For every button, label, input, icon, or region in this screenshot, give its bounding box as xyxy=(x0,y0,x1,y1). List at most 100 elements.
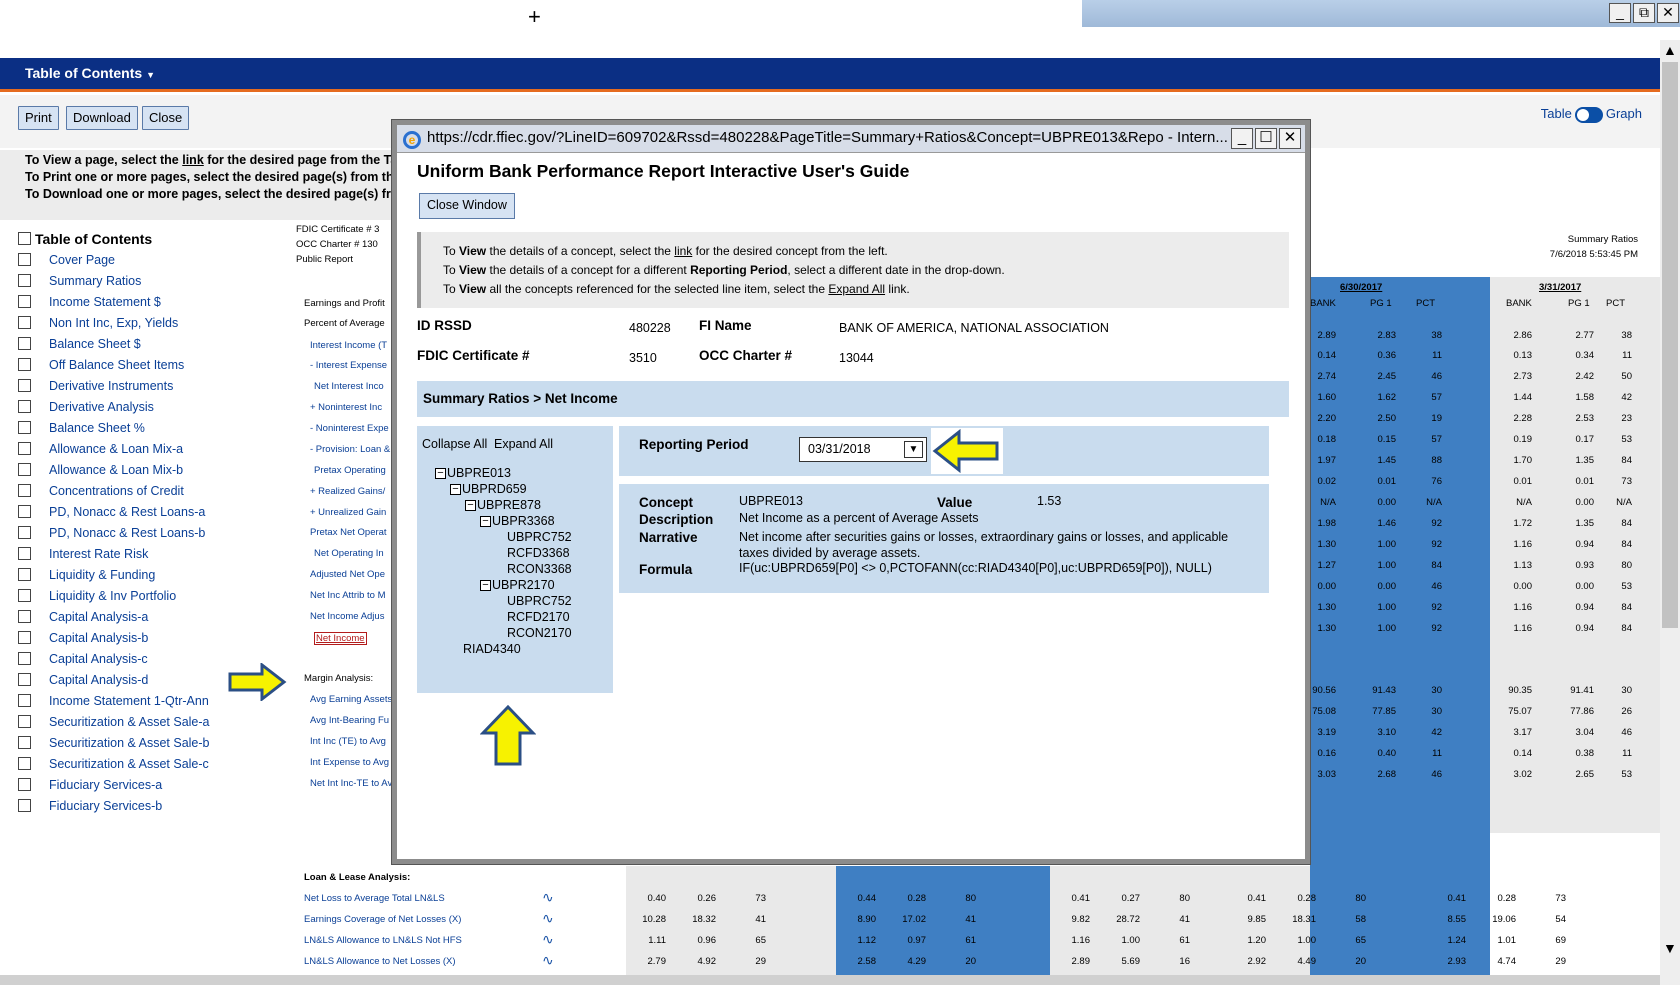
tree-node-label[interactable]: RCON3368 xyxy=(507,562,572,576)
toc-item[interactable]: Summary Ratios xyxy=(18,270,288,291)
table-label[interactable]: Table xyxy=(1541,106,1572,121)
toc-item-link[interactable]: PD, Nonacc & Rest Loans-b xyxy=(49,526,205,540)
toc-item[interactable]: Cover Page xyxy=(18,249,288,270)
tree-node-label[interactable]: UBPR3368 xyxy=(492,514,555,528)
toc-item-link[interactable]: Capital Analysis-c xyxy=(49,652,148,666)
toc-item[interactable]: Allowance & Loan Mix-b xyxy=(18,459,288,480)
toc-checkbox[interactable] xyxy=(18,442,31,455)
collapse-node-icon[interactable]: − xyxy=(450,484,461,496)
tree-node-label[interactable]: RCON2170 xyxy=(507,626,572,640)
toc-item[interactable]: Concentrations of Credit xyxy=(18,480,288,501)
toc-item-link[interactable]: Liquidity & Funding xyxy=(49,568,155,582)
toc-checkbox[interactable] xyxy=(18,589,31,602)
toc-item[interactable]: PD, Nonacc & Rest Loans-b xyxy=(18,522,288,543)
reporting-period-select[interactable]: 03/31/2018 ▼ xyxy=(799,437,927,462)
view-toggle[interactable]: Table Graph xyxy=(1541,106,1642,123)
toc-item-link[interactable]: PD, Nonacc & Rest Loans-a xyxy=(49,505,205,519)
graph-label[interactable]: Graph xyxy=(1606,106,1642,121)
report-row-label[interactable]: + Noninterest Inc xyxy=(310,402,382,413)
instr-link[interactable]: link xyxy=(182,153,204,167)
toc-item[interactable]: Securitization & Asset Sale-a xyxy=(18,711,288,732)
toc-item-link[interactable]: Off Balance Sheet Items xyxy=(49,358,184,372)
toc-item-link[interactable]: Balance Sheet % xyxy=(49,421,145,435)
tree-node[interactable]: RIAD4340 xyxy=(463,642,521,656)
toc-item[interactable]: Income Statement $ xyxy=(18,291,288,312)
tree-node-label[interactable]: RCFD2170 xyxy=(507,610,570,624)
report-row-label[interactable]: Pretax Net Operat xyxy=(310,527,387,538)
toc-checkbox[interactable] xyxy=(18,799,31,812)
toc-item[interactable]: Derivative Analysis xyxy=(18,396,288,417)
toc-checkbox[interactable] xyxy=(18,358,31,371)
toc-item-link[interactable]: Interest Rate Risk xyxy=(49,547,148,561)
tree-node-label[interactable]: UBPRC752 xyxy=(507,594,572,608)
toc-item[interactable]: PD, Nonacc & Rest Loans-a xyxy=(18,501,288,522)
toc-item-link[interactable]: Capital Analysis-d xyxy=(49,673,148,687)
trend-graph-icon[interactable]: ∿ xyxy=(542,952,554,969)
date-header-2[interactable]: 3/31/2017 xyxy=(1539,282,1581,293)
toc-checkbox[interactable] xyxy=(18,484,31,497)
toc-item-link[interactable]: Derivative Instruments xyxy=(49,379,173,393)
close-button[interactable]: Close xyxy=(142,106,190,130)
toc-item[interactable]: Fiduciary Services-a xyxy=(18,774,288,795)
toc-checkbox[interactable] xyxy=(18,547,31,560)
toc-item[interactable]: Allowance & Loan Mix-a xyxy=(18,438,288,459)
toc-item-link[interactable]: Derivative Analysis xyxy=(49,400,154,414)
tree-node[interactable]: − UBPRD659 xyxy=(450,482,527,496)
toc-item-link[interactable]: Allowance & Loan Mix-b xyxy=(49,463,183,477)
tree-node[interactable]: UBPRC752 xyxy=(507,594,572,608)
trend-graph-icon[interactable]: ∿ xyxy=(542,931,554,948)
toc-item[interactable]: Liquidity & Inv Portfolio xyxy=(18,585,288,606)
toc-checkbox[interactable] xyxy=(18,337,31,350)
report-row-label[interactable]: - Noninterest Expe xyxy=(310,423,389,434)
toc-item-link[interactable]: Income Statement 1-Qtr-Ann xyxy=(49,694,209,708)
toc-item-link[interactable]: Fiduciary Services-b xyxy=(49,799,162,813)
collapse-node-icon[interactable]: − xyxy=(480,580,491,592)
popup-close-button[interactable]: ✕ xyxy=(1279,128,1301,149)
toc-item-link[interactable]: Summary Ratios xyxy=(49,274,141,288)
popup-minimize-button[interactable]: _ xyxy=(1231,128,1253,149)
toc-item-link[interactable]: Securitization & Asset Sale-c xyxy=(49,757,209,771)
date-header-1[interactable]: 6/30/2017 xyxy=(1340,282,1382,293)
toc-item-link[interactable]: Capital Analysis-b xyxy=(49,631,148,645)
toc-checkbox[interactable] xyxy=(18,421,31,434)
toc-checkbox[interactable] xyxy=(18,568,31,581)
toc-item-link[interactable]: Income Statement $ xyxy=(49,295,161,309)
toc-checkbox[interactable] xyxy=(18,253,31,266)
toc-checkbox[interactable] xyxy=(18,505,31,518)
tree-node-label[interactable]: RCFD3368 xyxy=(507,546,570,560)
toc-item-link[interactable]: Securitization & Asset Sale-b xyxy=(49,736,210,750)
report-row-label[interactable]: Int Expense to Avg xyxy=(310,757,389,768)
collapse-node-icon[interactable]: − xyxy=(465,500,476,512)
tree-node-label[interactable]: RIAD4340 xyxy=(463,642,521,656)
close-window-button[interactable]: ✕ xyxy=(1657,3,1679,23)
scroll-thumb[interactable] xyxy=(1662,62,1678,628)
report-row-label[interactable]: Avg Int-Bearing Fu xyxy=(310,715,389,726)
toc-item[interactable]: Derivative Instruments xyxy=(18,375,288,396)
toc-select-all-checkbox[interactable] xyxy=(18,232,31,245)
report-row-label[interactable]: Net Operating In xyxy=(314,548,384,559)
tree-node[interactable]: RCFD3368 xyxy=(507,546,570,560)
toc-checkbox[interactable] xyxy=(18,694,31,707)
tree-node[interactable]: − UBPR3368 xyxy=(480,514,555,528)
toc-item-link[interactable]: Capital Analysis-a xyxy=(49,610,148,624)
toc-item[interactable]: Securitization & Asset Sale-c xyxy=(18,753,288,774)
report-row-label[interactable]: Adjusted Net Ope xyxy=(310,569,385,580)
tree-node-label[interactable]: UBPRD659 xyxy=(462,482,527,496)
toc-checkbox[interactable] xyxy=(18,274,31,287)
toc-checkbox[interactable] xyxy=(18,736,31,749)
minimize-window-button[interactable]: _ xyxy=(1609,3,1631,23)
tree-node[interactable]: RCFD2170 xyxy=(507,610,570,624)
report-row-label[interactable]: - Provision: Loan & xyxy=(310,444,390,455)
toc-item[interactable]: Off Balance Sheet Items xyxy=(18,354,288,375)
tree-node[interactable]: RCON3368 xyxy=(507,562,572,576)
loan-row-label[interactable]: LN&LS Allowance to Net Losses (X) xyxy=(304,956,456,967)
report-row-label[interactable]: Interest Income (T xyxy=(310,340,387,351)
tree-node[interactable]: − UBPRE013 xyxy=(435,466,511,480)
toc-item-link[interactable]: Allowance & Loan Mix-a xyxy=(49,442,183,456)
close-window-button[interactable]: Close Window xyxy=(419,193,515,219)
toc-item-link[interactable]: Concentrations of Credit xyxy=(49,484,184,498)
toc-checkbox[interactable] xyxy=(18,379,31,392)
toc-menu-label[interactable]: Table of Contents xyxy=(25,65,142,81)
toc-item-link[interactable]: Balance Sheet $ xyxy=(49,337,141,351)
toggle-switch[interactable] xyxy=(1574,106,1603,123)
